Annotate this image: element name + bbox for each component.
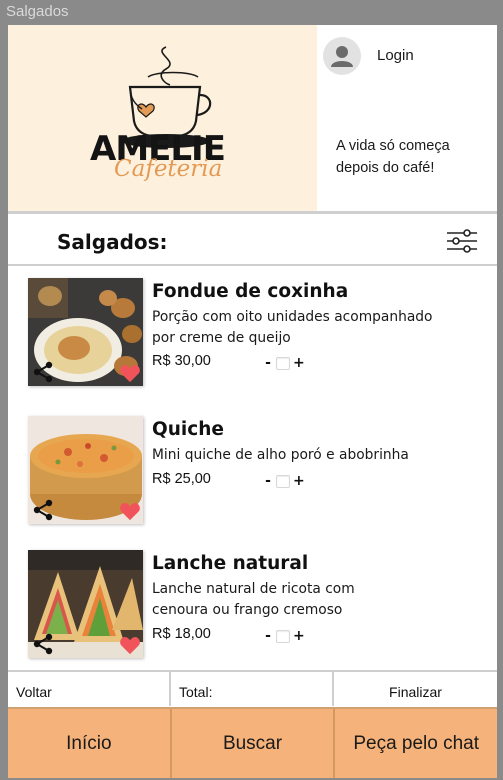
login-button[interactable]: Login	[377, 47, 414, 64]
brand-banner: AMELIE Cafeteria	[8, 25, 317, 211]
back-button[interactable]: Voltar	[8, 672, 171, 706]
tagline: A vida só começa depois do café!	[336, 138, 450, 176]
increment-button[interactable]: +	[293, 473, 305, 489]
back-label: Voltar	[16, 684, 52, 700]
nav-search-button[interactable]: Buscar	[171, 709, 336, 778]
product-image[interactable]	[28, 550, 143, 658]
bottom-nav: Início Buscar Peça pelo chat	[8, 707, 498, 778]
product-item: Quiche Mini quiche de alho poró e abobri…	[28, 416, 488, 526]
share-icon[interactable]	[31, 498, 55, 522]
quantity-stepper: - +	[263, 628, 305, 644]
product-name: Lanche natural	[152, 553, 309, 574]
product-price: R$ 30,00	[152, 353, 211, 369]
decrement-button[interactable]: -	[263, 355, 273, 371]
quantity-field[interactable]	[276, 356, 290, 370]
brand-subtitle: Cafeteria	[114, 156, 223, 182]
product-description: Porção com oito unidades acompanhado por…	[152, 309, 433, 346]
sliders-icon[interactable]	[445, 227, 479, 255]
product-description: Mini quiche de alho poró e abobrinha	[152, 447, 409, 463]
heart-icon[interactable]	[119, 635, 141, 655]
app-frame: AMELIE Cafeteria Login A vida só começa …	[8, 25, 498, 778]
quantity-field[interactable]	[276, 629, 290, 643]
finish-button[interactable]: Finalizar	[334, 672, 497, 706]
share-icon[interactable]	[31, 632, 55, 656]
order-summary-bar: Voltar Total: Finalizar	[8, 670, 497, 706]
finish-label: Finalizar	[389, 684, 442, 700]
product-name: Quiche	[152, 419, 224, 440]
page-title: Salgados:	[57, 230, 168, 254]
product-image[interactable]	[28, 278, 143, 386]
heart-icon[interactable]	[119, 363, 141, 383]
product-image[interactable]	[28, 416, 143, 524]
decrement-button[interactable]: -	[263, 473, 273, 489]
product-item: Fondue de coxinha Porção com oito unidad…	[28, 278, 488, 388]
quantity-stepper: - +	[263, 473, 305, 489]
product-price: R$ 18,00	[152, 626, 211, 642]
share-icon[interactable]	[31, 360, 55, 384]
total-label: Total:	[179, 684, 213, 700]
nav-home-button[interactable]: Início	[8, 709, 172, 778]
heart-icon[interactable]	[119, 501, 141, 521]
window-title: Salgados	[6, 3, 69, 20]
nav-chat-button[interactable]: Peça pelo chat	[335, 709, 498, 778]
quantity-field[interactable]	[276, 474, 290, 488]
product-description: Lanche natural de ricota com cenoura ou …	[152, 581, 355, 618]
product-item: Lanche natural Lanche natural de ricota …	[28, 550, 488, 660]
quantity-stepper: - +	[263, 355, 305, 371]
product-name: Fondue de coxinha	[152, 281, 349, 302]
increment-button[interactable]: +	[293, 628, 305, 644]
product-price: R$ 25,00	[152, 471, 211, 487]
header-side-panel: Login A vida só começa depois do café!	[317, 25, 497, 211]
decrement-button[interactable]: -	[263, 628, 273, 644]
total-field: Total:	[171, 672, 334, 706]
increment-button[interactable]: +	[293, 355, 305, 371]
avatar[interactable]	[323, 37, 361, 75]
user-icon	[331, 46, 353, 67]
section-header: Salgados:	[8, 214, 497, 266]
